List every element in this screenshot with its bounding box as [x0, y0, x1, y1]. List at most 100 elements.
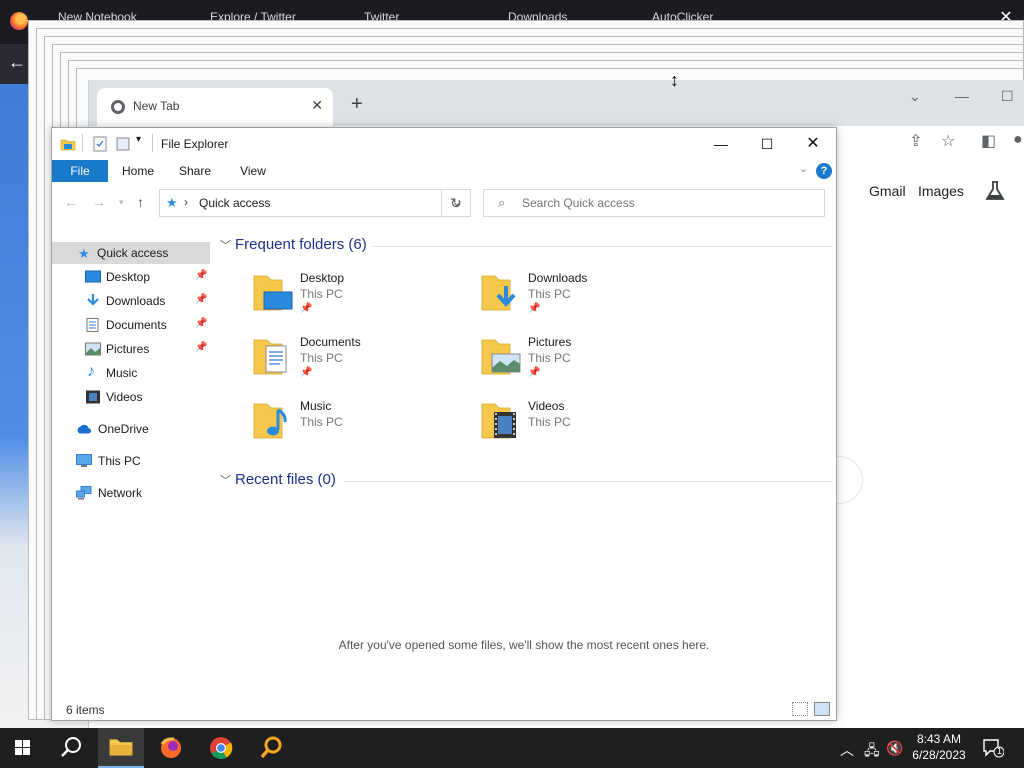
- up-button[interactable]: ↑: [137, 194, 144, 210]
- breadcrumb-chevron-icon[interactable]: ›: [184, 195, 188, 209]
- minimize-icon[interactable]: —: [955, 88, 969, 104]
- nav-item-pictures[interactable]: Pictures 📌: [52, 338, 210, 360]
- section-title: Recent files (0): [235, 471, 336, 488]
- firefox-icon: [10, 12, 28, 30]
- tab-file[interactable]: File: [52, 160, 108, 182]
- labs-flask-icon[interactable]: [985, 180, 1005, 202]
- chevron-down-icon[interactable]: ⌄: [909, 88, 921, 105]
- star-icon[interactable]: ☆: [941, 131, 955, 151]
- close-button[interactable]: ✕: [790, 128, 836, 160]
- documents-folder-icon: [253, 339, 287, 375]
- item-count: 6 items: [66, 703, 105, 717]
- address-bar[interactable]: ★ › Quick access ⌄: [159, 189, 471, 217]
- nav-item-quick-access[interactable]: ★ Quick access: [52, 242, 210, 264]
- pin-icon[interactable]: 📌: [195, 294, 207, 305]
- address-row: ← → ▾ ↑ ★ › Quick access ⌄ ↻ ⌕: [52, 186, 836, 220]
- share-icon[interactable]: ⇪: [909, 131, 922, 151]
- new-tab-plus-icon[interactable]: +: [351, 93, 363, 116]
- nav-item-videos[interactable]: Videos: [52, 386, 210, 408]
- folder-tile-desktop[interactable]: Desktop This PC 📌: [252, 270, 472, 330]
- folder-tile-music[interactable]: Music This PC: [252, 398, 472, 458]
- nav-item-desktop[interactable]: Desktop 📌: [52, 266, 210, 288]
- nav-item-network[interactable]: Network: [52, 482, 210, 504]
- back-arrow-icon[interactable]: ←: [8, 52, 26, 73]
- maximize-button[interactable]: ☐: [744, 128, 790, 160]
- folder-location: This PC: [528, 287, 571, 301]
- expand-ribbon-icon[interactable]: ⌄: [799, 162, 808, 175]
- system-clock[interactable]: 8:43 AM 6/28/2023: [902, 731, 976, 763]
- profile-icon[interactable]: ●: [1013, 131, 1023, 149]
- resize-cursor-icon: ↕: [670, 70, 679, 90]
- nav-item-downloads[interactable]: Downloads 📌: [52, 290, 210, 312]
- search-input[interactable]: [522, 194, 812, 212]
- desktop-icon: [85, 270, 101, 283]
- frequent-folders-header[interactable]: ﹀ Frequent folders (6): [220, 236, 367, 253]
- videos-icon: [86, 390, 100, 404]
- folder-tile-downloads[interactable]: Downloads This PC 📌: [480, 270, 700, 330]
- pin-icon: 📌: [300, 367, 313, 378]
- section-title: Frequent folders (6): [235, 236, 367, 253]
- folder-location: This PC: [300, 415, 343, 429]
- window-title: File Explorer: [161, 137, 229, 151]
- tab-home[interactable]: Home: [114, 160, 162, 182]
- search-box[interactable]: ⌕: [483, 189, 825, 217]
- divider: [152, 134, 153, 152]
- notification-center-icon[interactable]: 1: [982, 738, 1005, 758]
- maximize-icon[interactable]: ☐: [1001, 88, 1014, 105]
- customize-quick-access-icon[interactable]: ▾: [136, 134, 141, 145]
- folder-name: Desktop: [300, 271, 345, 285]
- tab-view[interactable]: View: [230, 160, 276, 182]
- nav-item-documents[interactable]: Documents 📌: [52, 314, 210, 336]
- pin-icon[interactable]: 📌: [195, 318, 207, 329]
- folder-tile-pictures[interactable]: Pictures This PC 📌: [480, 334, 700, 394]
- chevron-down-icon[interactable]: ﹀: [220, 240, 231, 252]
- ribbon-tabs: File Home Share View ⌄ ?: [52, 160, 836, 182]
- gmail-link[interactable]: Gmail: [869, 183, 906, 199]
- properties-icon[interactable]: [92, 136, 108, 152]
- nav-label: Videos: [106, 390, 143, 404]
- firefox-taskbar-icon[interactable]: [148, 728, 194, 768]
- nav-item-this-pc[interactable]: This PC: [52, 450, 210, 472]
- file-explorer-window: ▾ File Explorer — ☐ ✕ File Home Share Vi…: [51, 127, 837, 721]
- close-icon[interactable]: ✕: [311, 97, 323, 114]
- nav-item-onedrive[interactable]: OneDrive: [52, 418, 210, 440]
- chrome-taskbar-icon[interactable]: [198, 728, 244, 768]
- details-view-icon[interactable]: [792, 702, 808, 716]
- side-panel-icon[interactable]: ◧: [981, 131, 996, 151]
- back-button[interactable]: ←: [64, 194, 78, 210]
- desktop-folder-icon: [253, 275, 293, 311]
- chevron-down-icon[interactable]: ﹀: [220, 475, 231, 487]
- search-icon[interactable]: [48, 728, 94, 768]
- tab-share[interactable]: Share: [172, 160, 218, 182]
- network-tray-icon[interactable]: 🖧: [864, 740, 880, 764]
- pin-icon: 📌: [528, 367, 541, 378]
- nav-item-music[interactable]: ♪ Music: [52, 362, 210, 384]
- forward-button[interactable]: →: [92, 194, 106, 210]
- help-icon[interactable]: ?: [816, 163, 832, 179]
- new-folder-icon[interactable]: [115, 136, 131, 152]
- nav-label: Music: [106, 366, 138, 380]
- volume-muted-icon[interactable]: 🔇: [886, 740, 903, 757]
- chrome-tab-new-tab[interactable]: New Tab ✕: [97, 88, 333, 126]
- refresh-button[interactable]: ↻: [441, 189, 471, 217]
- folder-name: Pictures: [528, 335, 572, 349]
- magnifier-app-icon[interactable]: [248, 728, 294, 768]
- folder-location: This PC: [528, 415, 571, 429]
- nav-label: Network: [98, 486, 143, 500]
- large-icons-view-icon[interactable]: [814, 702, 830, 716]
- pin-icon[interactable]: 📌: [195, 270, 207, 281]
- file-explorer-taskbar-icon[interactable]: [98, 728, 144, 768]
- chevron-up-icon[interactable]: ︿: [840, 740, 854, 760]
- recent-locations-icon[interactable]: ▾: [119, 197, 124, 208]
- images-link[interactable]: Images: [918, 183, 964, 199]
- recent-files-header[interactable]: ﹀ Recent files (0): [220, 471, 336, 488]
- taskbar: ︿ 🖧 🔇 8:43 AM 6/28/2023 1: [0, 728, 1024, 768]
- windows-start-icon[interactable]: [0, 728, 46, 768]
- folder-tile-documents[interactable]: Documents This PC 📌: [252, 334, 472, 394]
- folder-name: Videos: [528, 399, 565, 413]
- downloads-folder-icon: [481, 275, 516, 311]
- pin-icon[interactable]: 📌: [195, 342, 207, 353]
- title-bar: ▾ File Explorer — ☐ ✕: [52, 128, 836, 160]
- minimize-button[interactable]: —: [698, 128, 744, 160]
- folder-tile-videos[interactable]: Videos This PC: [480, 398, 700, 458]
